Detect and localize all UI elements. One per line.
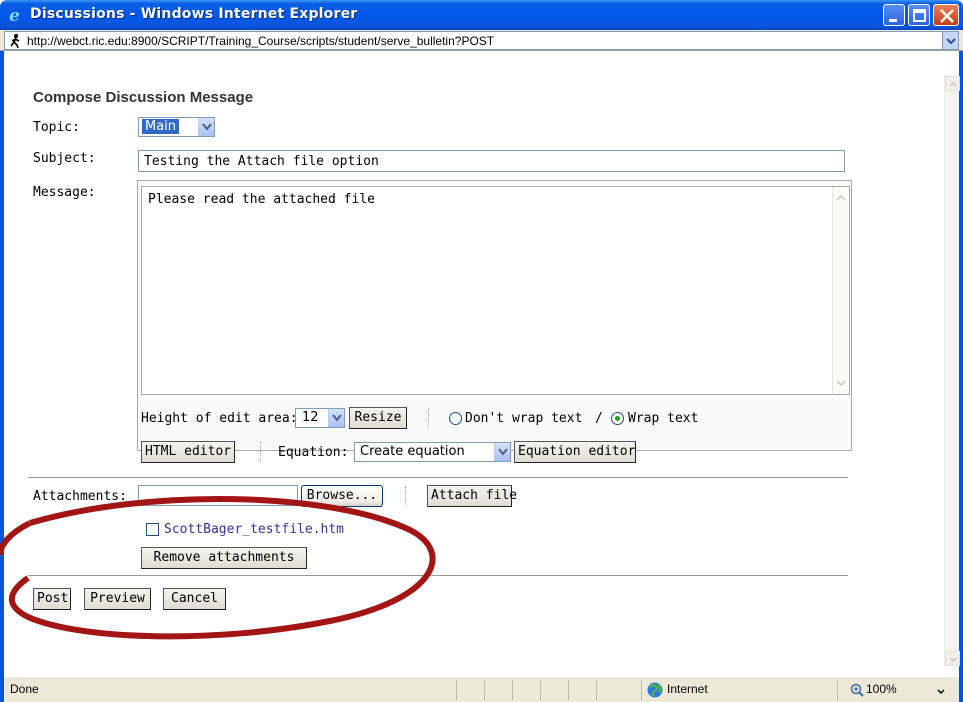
divider [28, 477, 848, 478]
separator [405, 486, 406, 506]
chevron-down-icon [328, 409, 344, 427]
security-zone[interactable]: Internet [641, 680, 837, 700]
remove-attachments-button[interactable]: Remove attachments [141, 547, 307, 569]
page-scrollbar[interactable] [944, 76, 960, 666]
status-text: Done [10, 682, 39, 696]
message-text: Please read the attached file [148, 192, 375, 207]
separator [260, 442, 261, 462]
zoom-icon [850, 683, 864, 697]
preview-button[interactable]: Preview [84, 588, 151, 610]
chevron-down-icon [937, 689, 945, 695]
message-label: Message: [33, 185, 96, 200]
height-select[interactable]: 12 [295, 408, 345, 428]
address-dropdown[interactable] [942, 32, 958, 49]
scroll-up-icon [836, 194, 846, 201]
no-wrap-label: Don't wrap text [465, 411, 583, 426]
security-zone-label: Internet [667, 682, 708, 696]
scroll-down-icon [836, 380, 846, 387]
wrap-radio[interactable] [611, 412, 624, 425]
wrap-label: Wrap text [628, 411, 699, 426]
chevron-down-icon [946, 38, 956, 45]
close-icon [940, 9, 954, 23]
attach-file-button[interactable]: Attach file [427, 485, 517, 507]
address-field[interactable]: http://webct.ric.edu:8900/SCRIPT/Trainin… [4, 31, 959, 50]
status-bar: Done Internet 100% [4, 676, 959, 702]
close-button[interactable] [933, 4, 959, 26]
scroll-down-icon [949, 657, 957, 663]
equation-label: Equation: [278, 445, 349, 460]
maximize-button[interactable] [908, 4, 930, 26]
minimize-icon [889, 19, 897, 22]
html-editor-button[interactable]: HTML editor [141, 441, 235, 463]
equation-select[interactable]: Create equation [354, 442, 511, 462]
topic-select[interactable]: Main [138, 117, 215, 137]
zoom-level: 100% [866, 682, 897, 696]
ie-logo-icon: e [9, 6, 20, 24]
page-content: Compose Discussion Message Topic: Main S… [4, 51, 944, 676]
attachment-checkbox[interactable] [146, 523, 159, 536]
message-scrollbar[interactable] [832, 187, 849, 394]
height-label: Height of edit area: [141, 411, 298, 426]
topic-label: Topic: [33, 120, 80, 135]
svg-text:e: e [9, 6, 20, 24]
chevron-down-icon [494, 443, 510, 461]
separator [428, 408, 429, 428]
equation-editor-button[interactable]: Equation editor [514, 441, 636, 463]
address-url: http://webct.ric.edu:8900/SCRIPT/Trainin… [27, 34, 495, 48]
browse-button[interactable]: Browse... [301, 485, 383, 507]
resize-button[interactable]: Resize [349, 407, 407, 429]
address-bar: http://webct.ric.edu:8900/SCRIPT/Trainin… [0, 30, 963, 51]
window-title: Discussions - Windows Internet Explorer [30, 6, 358, 22]
attached-file-link[interactable]: ScottBager_testfile.htm [164, 522, 344, 537]
divider [28, 575, 848, 576]
zoom-control[interactable]: 100% [837, 680, 959, 700]
wrap-separator: / [595, 411, 603, 426]
globe-icon [647, 682, 663, 698]
page-title: Compose Discussion Message [33, 89, 254, 106]
no-wrap-radio[interactable] [449, 412, 462, 425]
minimize-button[interactable] [883, 4, 905, 26]
scroll-up-button[interactable] [945, 76, 960, 91]
attachments-label: Attachments: [33, 489, 127, 504]
maximize-icon [913, 9, 926, 22]
cancel-button[interactable]: Cancel [163, 588, 226, 610]
subject-label: Subject: [33, 151, 96, 166]
post-button[interactable]: Post [33, 588, 71, 610]
scroll-down-button[interactable] [945, 651, 960, 666]
scroll-up-icon [949, 81, 957, 87]
attachment-path-input[interactable] [138, 485, 298, 506]
title-bar: e Discussions - Windows Internet Explore… [0, 0, 963, 30]
window-frame-right [959, 51, 963, 702]
loading-page-icon [10, 34, 20, 48]
message-textarea[interactable]: Please read the attached file [141, 186, 850, 395]
subject-input[interactable]: Testing the Attach file option [138, 150, 845, 172]
chevron-down-icon [198, 118, 214, 136]
